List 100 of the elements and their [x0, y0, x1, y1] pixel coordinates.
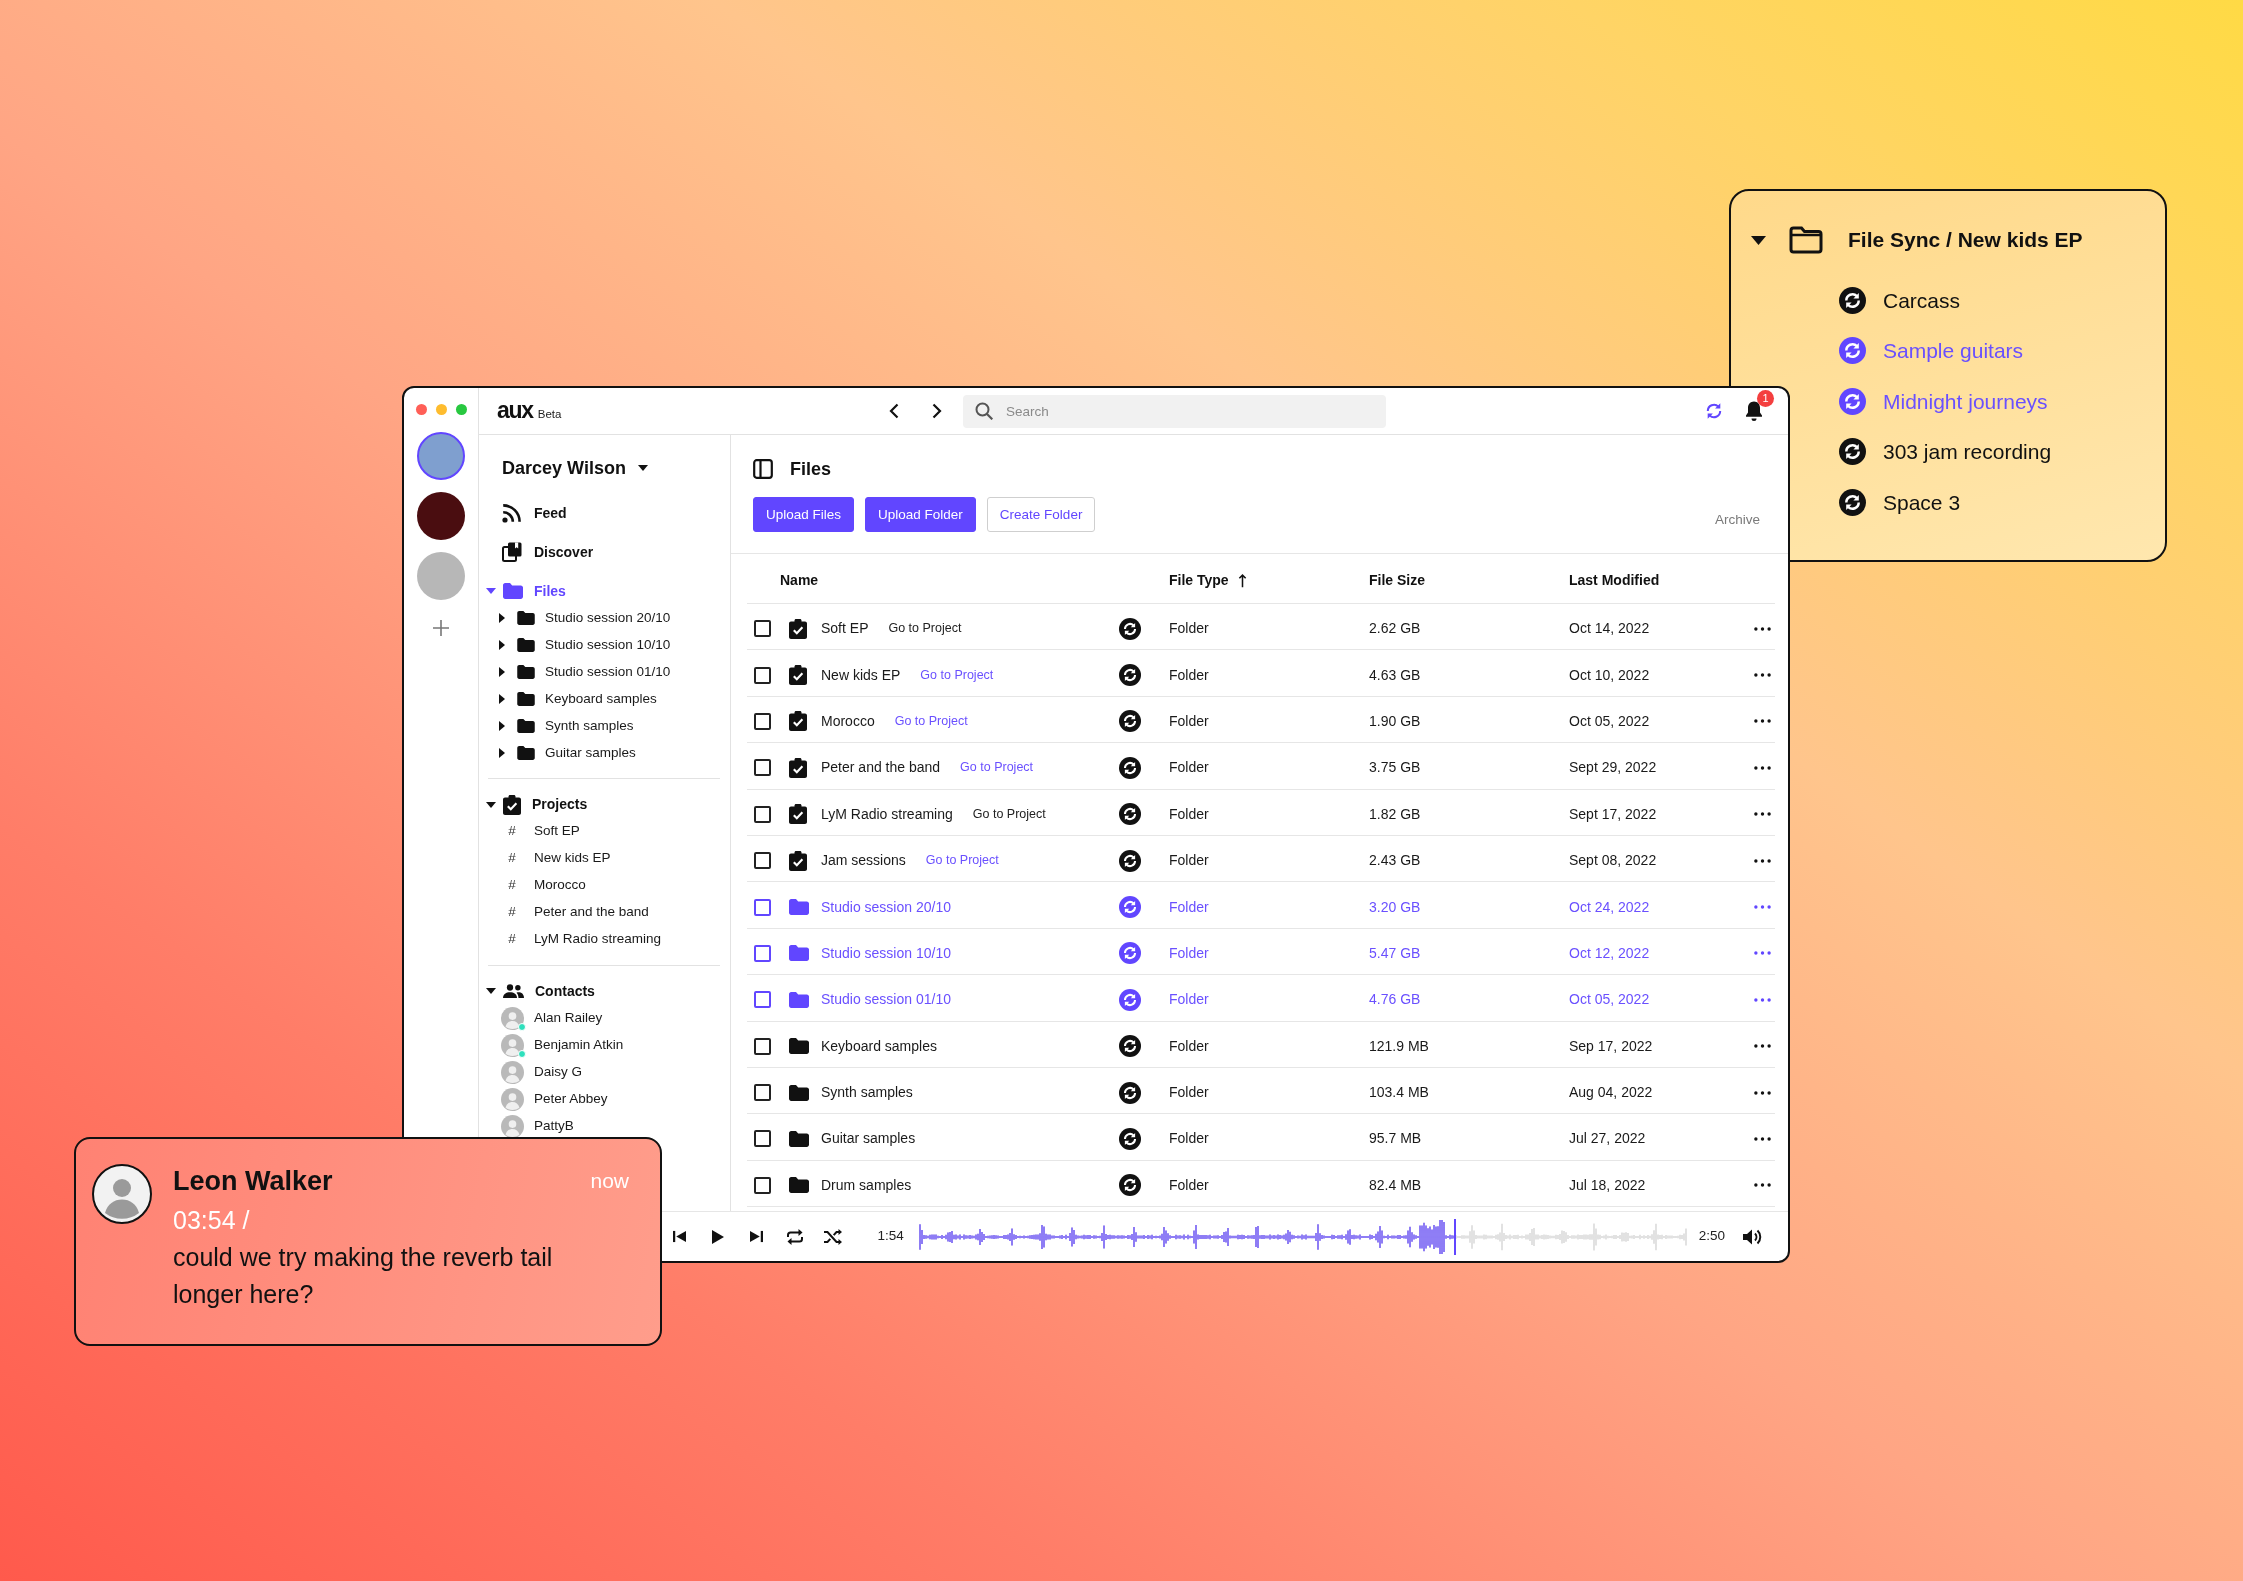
row-checkbox[interactable] — [754, 991, 771, 1009]
row-checkbox[interactable] — [754, 712, 771, 730]
caret-right-icon[interactable] — [499, 640, 505, 650]
column-header[interactable]: Name — [780, 570, 819, 591]
sync-item-label[interactable]: 303 jam recording — [1883, 436, 2052, 468]
row-checkbox[interactable] — [754, 852, 771, 870]
more-options-icon[interactable] — [1753, 673, 1771, 678]
more-options-icon[interactable] — [1753, 1044, 1771, 1049]
chevron-right-icon[interactable] — [932, 403, 942, 419]
file-name[interactable]: Synth samples — [821, 1082, 913, 1104]
contact-name[interactable]: Daisy G — [534, 1061, 582, 1083]
file-name[interactable]: LyM Radio streaming — [821, 803, 953, 825]
add-icon[interactable] — [433, 620, 449, 636]
sort-ascending-icon[interactable] — [1237, 573, 1247, 588]
stacked-cards-icon[interactable] — [502, 542, 522, 562]
go-to-project-link[interactable]: Go to Project — [888, 619, 962, 639]
sync-item-label[interactable]: Sample guitars — [1883, 335, 2024, 367]
sync-item-label[interactable]: Carcass — [1883, 284, 1961, 316]
section-title[interactable]: Contacts — [535, 980, 595, 1002]
caret-down-icon[interactable] — [486, 988, 496, 994]
skip-forward-icon[interactable] — [749, 1230, 763, 1243]
folder-name[interactable]: Synth samples — [545, 715, 634, 737]
more-options-icon[interactable] — [1753, 765, 1771, 770]
primary-button[interactable]: Upload Files — [753, 497, 855, 532]
contact-name[interactable]: PattyB — [534, 1115, 574, 1137]
folder-name[interactable]: Studio session 20/10 — [545, 607, 671, 629]
archive-link[interactable]: Archive — [1715, 509, 1760, 532]
waveform-seek-bar[interactable] — [918, 1218, 1687, 1255]
project-name[interactable]: Soft EP — [534, 821, 580, 842]
caret-right-icon[interactable] — [499, 694, 505, 704]
sidebar-toggle-icon[interactable] — [753, 459, 773, 479]
file-name[interactable]: Keyboard samples — [821, 1035, 937, 1057]
chevron-left-icon[interactable] — [889, 403, 899, 419]
go-to-project-link[interactable]: Go to Project — [925, 851, 999, 870]
more-options-icon[interactable] — [1753, 812, 1771, 817]
repeat-icon[interactable] — [785, 1228, 804, 1245]
caret-right-icon[interactable] — [499, 721, 505, 731]
more-options-icon[interactable] — [1753, 858, 1771, 863]
user-name[interactable]: Darcey Wilson — [502, 454, 626, 482]
project-name[interactable]: New kids EP — [534, 848, 611, 869]
folder-name[interactable]: Guitar samples — [545, 742, 636, 764]
sync-item-label[interactable]: Midnight journeys — [1883, 385, 2048, 417]
skip-back-icon[interactable] — [672, 1230, 686, 1243]
go-to-project-link[interactable]: Go to Project — [972, 804, 1046, 824]
row-checkbox[interactable] — [754, 805, 771, 823]
project-name[interactable]: Peter and the band — [534, 902, 649, 923]
more-options-icon[interactable] — [1753, 1183, 1771, 1188]
row-checkbox[interactable] — [754, 759, 771, 777]
feed-icon[interactable] — [502, 503, 522, 523]
row-checkbox[interactable] — [754, 1130, 771, 1148]
go-to-project-link[interactable]: Go to Project — [960, 758, 1034, 778]
workspace-avatar[interactable] — [417, 492, 465, 540]
caret-right-icon[interactable] — [499, 613, 505, 623]
row-checkbox[interactable] — [754, 1037, 771, 1055]
project-name[interactable]: LyM Radio streaming — [534, 929, 662, 950]
file-name[interactable]: Guitar samples — [821, 1128, 916, 1150]
caret-down-icon[interactable] — [486, 801, 496, 808]
section-title[interactable]: Projects — [532, 794, 588, 815]
file-name[interactable]: New kids EP — [821, 664, 901, 686]
row-checkbox[interactable] — [754, 620, 771, 638]
project-name[interactable]: Morocco — [534, 875, 586, 896]
row-checkbox[interactable] — [754, 1176, 771, 1194]
column-header[interactable]: File Size — [1369, 570, 1426, 591]
file-name[interactable]: Studio session 10/10 — [821, 942, 951, 964]
contact-name[interactable]: Peter Abbey — [534, 1088, 608, 1110]
file-name[interactable]: Morocco — [821, 710, 875, 732]
sync-item-label[interactable]: Space 3 — [1883, 486, 1961, 518]
more-options-icon[interactable] — [1753, 1137, 1771, 1141]
nav-item[interactable]: Discover — [534, 541, 594, 563]
go-to-project-link[interactable]: Go to Project — [894, 712, 968, 731]
file-name[interactable]: Drum samples — [821, 1174, 912, 1196]
contact-name[interactable]: Benjamin Atkin — [534, 1034, 624, 1056]
close-window-icon[interactable] — [415, 404, 427, 415]
more-options-icon[interactable] — [1753, 626, 1771, 631]
file-name[interactable]: Peter and the band — [821, 757, 941, 779]
folder-name[interactable]: Studio session 01/10 — [545, 661, 671, 683]
bell-icon[interactable] — [1744, 400, 1764, 422]
file-name[interactable]: Studio session 01/10 — [821, 989, 951, 1011]
search-field[interactable]: Search — [963, 394, 1386, 428]
column-header[interactable]: File Type — [1169, 570, 1247, 591]
more-options-icon[interactable] — [1753, 719, 1771, 724]
file-name[interactable]: Studio session 20/10 — [821, 896, 951, 918]
primary-button[interactable]: Upload Folder — [865, 497, 976, 532]
volume-icon[interactable] — [1742, 1227, 1763, 1246]
row-checkbox[interactable] — [754, 666, 771, 684]
row-checkbox[interactable] — [754, 1084, 771, 1102]
folder-name[interactable]: Studio session 10/10 — [545, 634, 671, 656]
more-options-icon[interactable] — [1753, 1090, 1771, 1095]
play-icon[interactable] — [711, 1229, 724, 1244]
nav-item[interactable]: Feed — [534, 502, 567, 524]
folder-name[interactable]: Keyboard samples — [545, 688, 657, 710]
contact-name[interactable]: Alan Railey — [534, 1007, 603, 1029]
shuffle-icon[interactable] — [824, 1228, 842, 1245]
file-name[interactable]: Soft EP — [821, 618, 869, 640]
caret-down-icon[interactable] — [637, 465, 648, 471]
file-name[interactable]: Jam sessions — [821, 850, 906, 872]
row-checkbox[interactable] — [754, 944, 771, 962]
caret-right-icon[interactable] — [499, 667, 505, 677]
column-header[interactable]: Last Modified — [1569, 570, 1660, 591]
go-to-project-link[interactable]: Go to Project — [920, 665, 994, 685]
